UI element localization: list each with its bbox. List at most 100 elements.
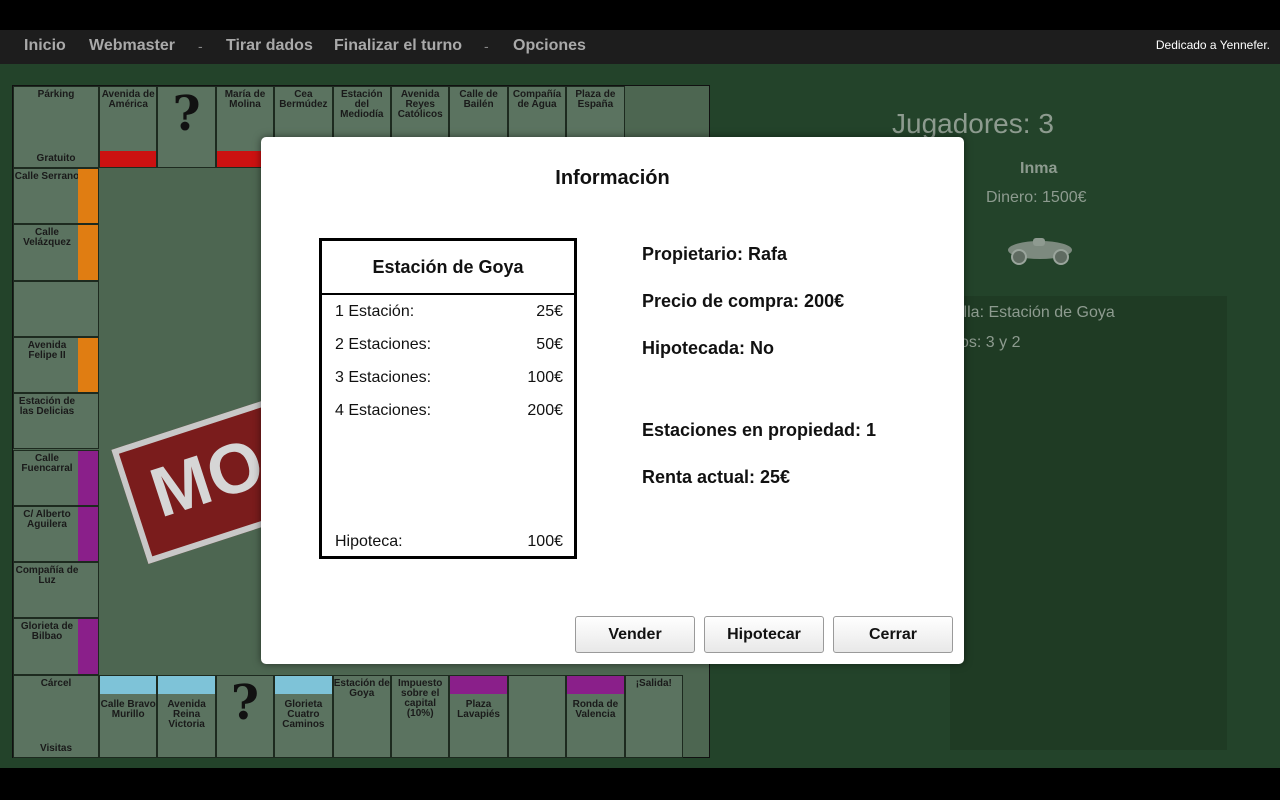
- cell-label: Cárcel: [40, 678, 72, 689]
- color-band: [450, 676, 507, 694]
- player-info-box: [950, 296, 1227, 750]
- color-band: [78, 169, 98, 224]
- bottom-black-bar: [0, 768, 1280, 800]
- board-cell[interactable]: ?: [215, 675, 275, 758]
- mortgage-row: Hipoteca: 100€: [335, 533, 563, 551]
- cell-label: Compañía de Luz: [15, 565, 79, 587]
- rent-row: 2 Estaciones: 50€: [335, 336, 563, 354]
- cell-label: ¡Salida!: [635, 678, 672, 689]
- players-title: Jugadores: 3: [892, 108, 1054, 139]
- board-cell[interactable]: Estación de las Delicias: [13, 393, 99, 450]
- board-cell[interactable]: Párking Gratuito: [13, 86, 99, 168]
- cell-label: Estación de las Delicias: [18, 396, 76, 418]
- mortgage-value: 100€: [527, 533, 563, 550]
- board-cell[interactable]: [13, 280, 99, 337]
- cell-label: ?: [230, 675, 260, 731]
- nav-tirar-dados[interactable]: Tirar dados: [226, 37, 313, 55]
- nav-opciones[interactable]: Opciones: [513, 37, 586, 55]
- board-cell[interactable]: ¡Salida!: [624, 675, 683, 758]
- race-car-token-icon: [1008, 238, 1072, 265]
- rent-row: 4 Estaciones: 200€: [335, 402, 563, 420]
- color-band: [275, 676, 332, 694]
- board-cell[interactable]: Estación de Goya: [332, 675, 391, 758]
- rent-label: 4 Estaciones:: [335, 402, 432, 419]
- cell-label: Estación del Mediodía: [340, 89, 384, 120]
- cell-label: Plaza de España: [575, 89, 616, 110]
- board-cell[interactable]: Calle Fuencarral: [13, 449, 99, 506]
- rent-row: 1 Estación: 25€: [335, 303, 563, 321]
- cell-label: Compañía de Agua: [512, 89, 562, 110]
- cell-label: María de Molina: [224, 89, 266, 110]
- rent-label: 3 Estaciones:: [335, 369, 432, 386]
- rent-label: 1 Estación:: [335, 303, 415, 320]
- cell-label: Calle Serrano: [14, 171, 80, 182]
- board-cell[interactable]: Ronda de Valencia: [566, 675, 625, 758]
- board-cell[interactable]: C/ Alberto Aguilera: [13, 505, 99, 563]
- color-band: [567, 676, 624, 694]
- color-band: [100, 676, 157, 694]
- color-band: [78, 506, 98, 562]
- board-cell[interactable]: ?: [157, 86, 216, 168]
- nav-inicio[interactable]: Inicio: [24, 37, 66, 55]
- board-cell[interactable]: Plaza Lavapiés: [449, 675, 508, 758]
- info-dialog: Información Estación de Goya 1 Estación:…: [261, 137, 964, 664]
- cell-label: Avenida de América: [101, 89, 155, 110]
- board-cell[interactable]: Cárcel Visitas: [13, 675, 99, 758]
- mortgage-button[interactable]: Hipotecar: [704, 616, 824, 653]
- cell-label: C/ Alberto Aguilera: [23, 508, 71, 530]
- cell-label: Estación de Goya: [333, 678, 390, 699]
- cell-label: Impuesto sobre el capital (10%): [397, 678, 443, 719]
- cell-label: Avenida Reyes Católicos: [397, 89, 443, 120]
- color-band: [78, 337, 98, 393]
- cell-label: Glorieta de Bilbao: [20, 621, 74, 643]
- board-cell[interactable]: Calle Velázquez: [13, 224, 99, 281]
- cell-label: Párking: [37, 89, 75, 100]
- cell-sublabel: Gratuito: [36, 153, 76, 164]
- board-cell[interactable]: [507, 675, 567, 758]
- nav-finalizar-turno[interactable]: Finalizar el turno: [334, 37, 462, 55]
- close-button[interactable]: Cerrar: [833, 616, 953, 653]
- cell-label: [509, 676, 565, 679]
- dialog-title: Información: [555, 167, 670, 189]
- board-cell[interactable]: Calle Serrano: [13, 168, 99, 225]
- board-cell[interactable]: Calle Bravo Murillo: [99, 675, 158, 758]
- player-casilla: silla: Estación de Goya: [952, 304, 1115, 321]
- player-dados: os: 3 y 2: [960, 334, 1021, 351]
- color-band: [158, 676, 215, 694]
- cell-label: [14, 282, 80, 285]
- nav-separator: -: [484, 38, 489, 54]
- card-title: Estación de Goya: [322, 241, 574, 295]
- board-cell[interactable]: Glorieta de Bilbao: [13, 618, 99, 675]
- cell-label: ?: [172, 86, 201, 142]
- top-black-bar: [0, 0, 1280, 30]
- board-cell[interactable]: Impuesto sobre el capital (10%): [391, 675, 450, 758]
- board-cell[interactable]: Glorieta Cuatro Caminos: [274, 675, 333, 758]
- color-band: [100, 151, 157, 167]
- cell-label: Avenida Felipe II: [27, 339, 67, 361]
- board-cell[interactable]: Avenida Reina Victoria: [157, 675, 216, 758]
- rent-label: 2 Estaciones:: [335, 336, 432, 353]
- price-text: Precio de compra: 200€: [642, 291, 845, 311]
- current-rent-text: Renta actual: 25€: [642, 467, 791, 487]
- owned-stations-text: Estaciones en propiedad: 1: [642, 420, 877, 440]
- color-band: [78, 619, 98, 674]
- nav-separator: -: [198, 38, 203, 54]
- dedication-text: Dedicado a Yennefer.: [1155, 38, 1270, 52]
- nav-webmaster[interactable]: Webmaster: [89, 37, 175, 55]
- rent-value: 200€: [527, 402, 563, 419]
- board-cell[interactable]: Compañía de Luz: [13, 562, 99, 619]
- rent-value: 25€: [536, 303, 563, 320]
- board-cell[interactable]: Avenida Felipe II: [13, 336, 99, 394]
- player-money: Dinero: 1500€: [986, 189, 1087, 206]
- cell-label: Cea Bermúdez: [279, 89, 328, 110]
- color-band: [78, 450, 98, 505]
- rent-row: 3 Estaciones: 100€: [335, 369, 563, 387]
- board-cell[interactable]: Avenida de América: [99, 86, 158, 168]
- owner-text: Propietario: Rafa: [642, 244, 788, 264]
- mortgaged-text: Hipotecada: No: [642, 338, 775, 358]
- rent-value: 100€: [527, 369, 563, 386]
- player-name: Inma: [1020, 160, 1058, 177]
- mortgage-label: Hipoteca:: [335, 533, 403, 550]
- cell-label: Calle de Bailén: [459, 89, 498, 110]
- sell-button[interactable]: Vender: [575, 616, 695, 653]
